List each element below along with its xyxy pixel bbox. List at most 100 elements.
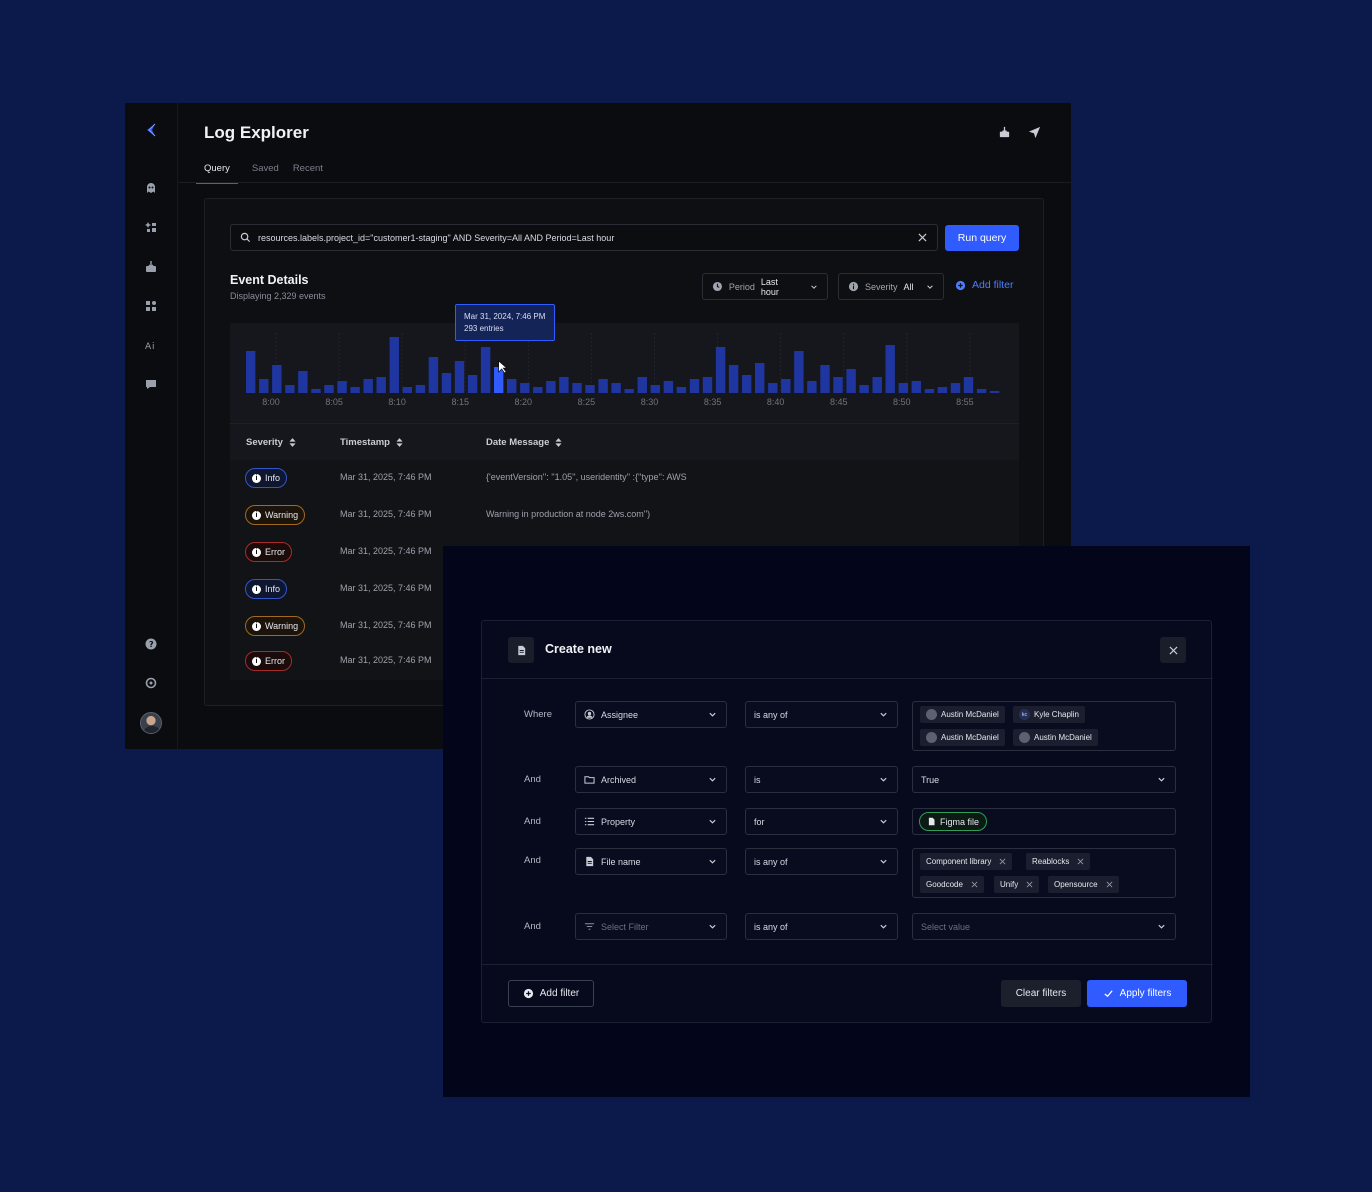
histogram-bar[interactable]: [454, 361, 465, 393]
field-select-file-name[interactable]: File name: [575, 848, 727, 875]
assignee-values[interactable]: Austin McDaniel kc Kyle Chaplin Austin Mc…: [912, 701, 1176, 751]
assignee-chip[interactable]: Austin McDaniel: [1013, 729, 1098, 746]
close-icon[interactable]: [1077, 858, 1084, 865]
histogram-bar[interactable]: [428, 357, 439, 393]
apps-icon[interactable]: [143, 298, 159, 314]
histogram-bar[interactable]: [911, 381, 921, 393]
histogram-bar[interactable]: [350, 387, 360, 393]
histogram-bar[interactable]: [781, 379, 791, 393]
run-query-button[interactable]: Run query: [945, 225, 1019, 251]
histogram-bar[interactable]: [259, 379, 269, 393]
histogram-bar[interactable]: [755, 363, 765, 393]
assignee-chip[interactable]: Austin McDaniel: [920, 729, 1005, 746]
histogram-bar[interactable]: [402, 387, 412, 393]
file-name-values[interactable]: Component library Reablocks Goodcode Uni…: [912, 848, 1176, 898]
file-name-chip[interactable]: Unify: [994, 876, 1040, 893]
histogram-bar[interactable]: [742, 375, 752, 393]
histogram-bar[interactable]: [924, 389, 935, 393]
histogram-bar[interactable]: [715, 347, 726, 393]
sparkle-grid-icon[interactable]: [143, 219, 159, 235]
histogram-bar[interactable]: [976, 389, 987, 393]
avatar[interactable]: [140, 712, 162, 734]
operator-select[interactable]: for: [745, 808, 898, 835]
histogram-bar[interactable]: [298, 371, 308, 393]
histogram-bar[interactable]: [728, 365, 739, 393]
close-button[interactable]: [1160, 637, 1186, 663]
histogram-bar[interactable]: [363, 379, 373, 393]
histogram-bar[interactable]: [937, 387, 948, 393]
histogram-bar[interactable]: [585, 385, 595, 393]
clear-filters-button[interactable]: Clear filters: [1001, 980, 1081, 1007]
search-input[interactable]: resources.labels.project_id="customer1-s…: [230, 224, 938, 251]
histogram-bar[interactable]: [572, 383, 582, 393]
histogram-bar[interactable]: [533, 387, 543, 393]
value-select[interactable]: Select value: [912, 913, 1176, 940]
histogram-bar[interactable]: [441, 373, 452, 393]
histogram-bar[interactable]: [963, 377, 974, 393]
logo-icon[interactable]: [143, 122, 159, 138]
tab-query[interactable]: Query: [196, 163, 238, 184]
add-filter-link[interactable]: Add filter: [955, 279, 1013, 291]
histogram-bar[interactable]: [611, 383, 621, 393]
histogram-bar[interactable]: [598, 379, 608, 393]
histogram-bar[interactable]: [337, 381, 347, 393]
histogram-bar[interactable]: [676, 387, 687, 393]
operator-select[interactable]: is any of: [745, 701, 898, 728]
file-name-chip[interactable]: Component library: [920, 853, 1013, 870]
column-severity[interactable]: Severity: [246, 437, 296, 448]
histogram-bar[interactable]: [546, 381, 556, 393]
close-icon[interactable]: [971, 881, 978, 888]
ghost-icon[interactable]: [143, 180, 159, 196]
operator-select[interactable]: is any of: [745, 913, 898, 940]
column-message[interactable]: Date Message: [486, 437, 562, 448]
histogram-bar[interactable]: [559, 377, 569, 393]
histogram-bar[interactable]: [246, 351, 256, 393]
histogram-bar[interactable]: [885, 345, 895, 393]
field-select-assignee[interactable]: Assignee: [575, 701, 727, 728]
histogram-bar[interactable]: [950, 383, 961, 393]
histogram-bar[interactable]: [507, 379, 517, 393]
settings-icon[interactable]: [143, 675, 159, 691]
close-icon[interactable]: [999, 858, 1006, 865]
ai-icon[interactable]: Ai: [143, 337, 159, 353]
column-timestamp[interactable]: Timestamp: [340, 437, 403, 448]
histogram-bar[interactable]: [689, 379, 700, 393]
assignee-chip[interactable]: kc Kyle Chaplin: [1013, 706, 1085, 723]
field-select-empty[interactable]: Select Filter: [575, 913, 727, 940]
table-row[interactable]: i Info Mar 31, 2025, 7:46 PM {'eventVersi…: [230, 460, 1019, 496]
histogram-bar[interactable]: [520, 383, 530, 393]
histogram-bar[interactable]: [898, 383, 908, 393]
tab-recent[interactable]: Recent: [293, 163, 323, 184]
histogram-bar[interactable]: [794, 351, 804, 393]
operator-select[interactable]: is any of: [745, 848, 898, 875]
histogram-bar[interactable]: [833, 377, 843, 393]
histogram-bar[interactable]: [624, 389, 634, 393]
help-icon[interactable]: ?: [143, 636, 159, 652]
send-icon[interactable]: [1027, 125, 1041, 139]
histogram-bar[interactable]: [285, 385, 295, 393]
value-select[interactable]: True: [912, 766, 1176, 793]
histogram-bar[interactable]: [376, 377, 386, 393]
histogram-bar[interactable]: [702, 377, 713, 393]
add-filter-button[interactable]: Add filter: [508, 980, 594, 1007]
field-select-property[interactable]: Property: [575, 808, 727, 835]
period-select[interactable]: Period Last hour: [702, 273, 828, 300]
file-name-chip[interactable]: Goodcode: [920, 876, 984, 893]
histogram-bar[interactable]: [989, 391, 1000, 393]
histogram-bar[interactable]: [467, 375, 478, 393]
histogram-bar[interactable]: [637, 377, 647, 393]
histogram-bar[interactable]: [846, 369, 856, 393]
histogram-bar[interactable]: [820, 365, 830, 393]
severity-select[interactable]: Severity All: [838, 273, 944, 300]
download-icon[interactable]: [997, 125, 1011, 139]
close-icon[interactable]: [1106, 881, 1113, 888]
histogram-bar[interactable]: [859, 385, 869, 393]
histogram-bar[interactable]: [272, 365, 282, 393]
apply-filters-button[interactable]: Apply filters: [1087, 980, 1187, 1007]
inbox-download-icon[interactable]: [143, 259, 159, 275]
tab-saved[interactable]: Saved: [252, 163, 279, 184]
histogram-bar[interactable]: [324, 385, 334, 393]
table-row[interactable]: i Warning Mar 31, 2025, 7:46 PM Warning i…: [230, 497, 1019, 533]
file-name-chip[interactable]: Reablocks: [1026, 853, 1091, 870]
histogram-bar[interactable]: [650, 385, 660, 393]
